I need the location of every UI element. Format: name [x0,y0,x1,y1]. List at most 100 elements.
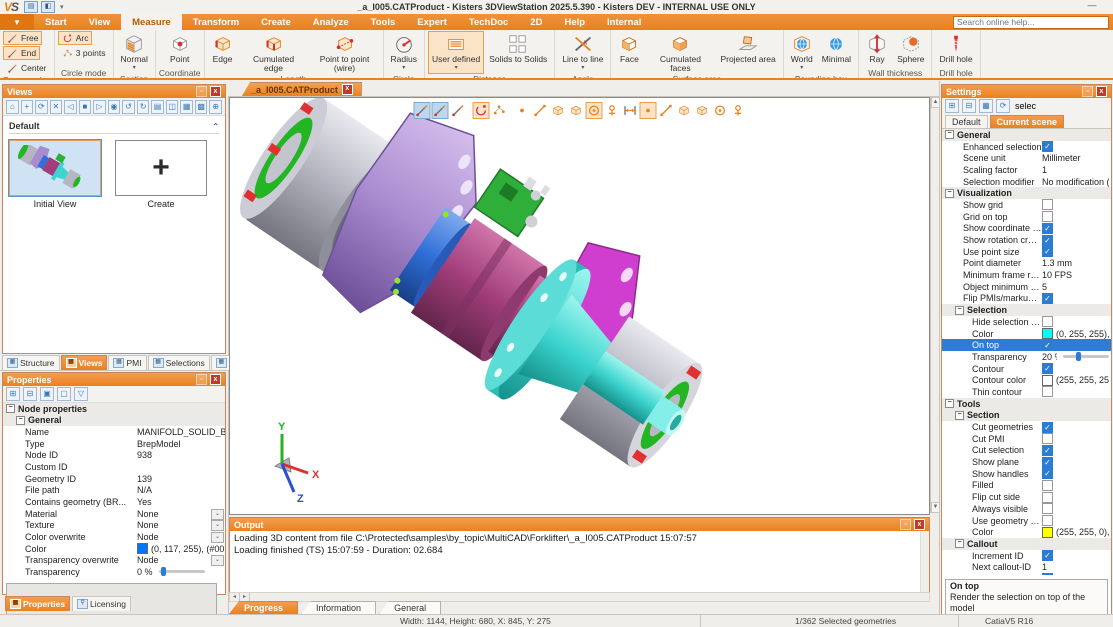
measure-circle2-icon[interactable] [711,102,728,119]
pin-icon[interactable]: ▫ [900,519,911,530]
color-swatch[interactable] [137,543,148,554]
measure-cube3-icon[interactable] [675,102,692,119]
dropdown-button[interactable]: ⌄ [211,532,224,543]
stop-animation-icon[interactable]: ■ [79,100,92,114]
measure-circle-icon[interactable] [585,102,602,119]
slider[interactable] [159,570,205,573]
settings-row-multiple-connections-f[interactable]: Multiple connections f... ✓ [942,573,1111,575]
collapse-all-icon[interactable]: ⊟ [23,387,37,401]
bottom-tab-general[interactable]: General [379,601,441,614]
ribbon-tab-measure[interactable]: Measure [121,14,182,30]
checkbox[interactable]: ✓ [1042,422,1053,433]
dropdown-caret-icon[interactable]: ▾ [455,64,458,73]
checkbox[interactable] [1042,316,1053,327]
world-button[interactable]: World▾ [787,31,817,74]
checkbox[interactable] [1042,386,1053,397]
ribbon-tab-analyze[interactable]: Analyze [302,14,360,30]
property-row-color[interactable]: Color (0, 117, 255), (#0075FF) [3,543,225,555]
property-row-geometry-id[interactable]: Geometry ID 139 [3,473,225,485]
settings-row-color[interactable]: Color (255, 255, 0), (#... [942,526,1111,538]
3d-model[interactable]: Y X Z [230,98,930,512]
views-section-header[interactable]: Default ⌃ [9,119,219,134]
settings-row-filled[interactable]: Filled [942,480,1111,492]
measure-anchor-icon[interactable] [603,102,620,119]
measure-anchor2-icon[interactable] [729,102,746,119]
ribbon-tab-view[interactable]: View [78,14,121,30]
arc-button[interactable]: Arc [58,31,93,45]
settings-row-contour[interactable]: Contour ✓ [942,363,1111,375]
ribbon-tab-tools[interactable]: Tools [360,14,407,30]
property-row-custom-id[interactable]: Custom ID [3,461,225,473]
settings-tab-default[interactable]: Default [945,115,988,128]
line-to-line-button[interactable]: Line to line▾ [558,31,607,74]
dropdown-button[interactable]: ⌄ [211,509,224,520]
settings-row-grid-on-top[interactable]: Grid on top [942,211,1111,223]
previous-view-icon[interactable]: ◁ [64,100,77,114]
checkbox[interactable] [1042,515,1053,526]
dropdown-button[interactable]: ⌄ [211,555,224,566]
checkbox[interactable]: ✓ [1042,223,1053,234]
settings-row-color[interactable]: Color (0, 255, 255), (#0... [942,328,1111,340]
settings-row-thin-contour[interactable]: Thin contour [942,386,1111,398]
collapse-icon[interactable]: − [945,130,954,139]
tab-licensing[interactable]: ⚲Licensing [72,596,131,611]
property-row-texture[interactable]: Texture None ⌄ [3,519,225,531]
slider[interactable] [1063,355,1109,358]
play-animation-icon[interactable]: ▷ [93,100,106,114]
expand-all-icon[interactable]: ⊞ [945,99,959,113]
arc-icon[interactable] [472,102,489,119]
measure-cube2-icon[interactable] [567,102,584,119]
dropdown-caret-icon[interactable]: ▾ [800,64,803,73]
minimal-button[interactable]: Minimal [818,31,855,65]
settings-row-point-diameter[interactable]: Point diameter 1.3 mm [942,258,1111,270]
measure-cube4-icon[interactable] [693,102,710,119]
settings-row-show-plane[interactable]: Show plane ✓ [942,456,1111,468]
point-to-point-wire-button[interactable]: Point to point (wire) [310,31,380,74]
settings-row-cut-geometries[interactable]: Cut geometries ✓ [942,421,1111,433]
pin-icon[interactable]: ▫ [196,86,207,97]
dropdown-caret-icon[interactable]: ▾ [581,64,584,73]
record-view-icon[interactable]: ◉ [108,100,121,114]
collapse-icon[interactable]: − [955,539,964,548]
settings-row-cut-pmi[interactable]: Cut PMI [942,433,1111,445]
settings-tab-current-scene[interactable]: Current scene [990,115,1065,128]
collapse-icon[interactable]: − [945,189,954,198]
collapse-chevron-icon[interactable]: ⌃ [212,122,219,131]
duplicate-view-icon[interactable]: ◫ [166,100,179,114]
end-button[interactable]: End [3,46,40,60]
settings-row-show-rotation-cross[interactable]: Show rotation cross ✓ [942,234,1111,246]
cumulated-edge-button[interactable]: Cumulated edge [239,31,309,74]
ribbon-tab-2d[interactable]: 2D [519,14,553,30]
color-swatch[interactable] [1042,375,1053,386]
measure-point2-icon[interactable] [639,102,656,119]
show-type-icon[interactable]: ▣ [40,387,54,401]
rotate-left-icon[interactable]: ↺ [122,100,135,114]
checkbox[interactable] [1042,211,1053,222]
tab-views[interactable]: ▦Views [61,355,108,370]
checkbox[interactable]: ✓ [1042,457,1053,468]
measure-line2-icon[interactable] [657,102,674,119]
expand-all-icon[interactable]: ⊞ [6,387,20,401]
close-icon[interactable]: x [210,86,221,97]
checkbox[interactable]: ✓ [1042,340,1053,351]
close-icon[interactable]: x [914,519,925,530]
list-views-icon[interactable]: ▤ [151,100,164,114]
ribbon-tab-create[interactable]: Create [250,14,302,30]
settings-row-contour-color[interactable]: Contour color (255, 255, 255), (#... [942,374,1111,386]
window-switch-icon[interactable]: ◧ [41,1,55,13]
snap-center-icon[interactable] [449,102,466,119]
file-menu-dropdown[interactable]: ▼ [0,14,34,30]
tab-selections[interactable]: ▦Selections [148,355,210,370]
property-row-transparency[interactable]: Transparency 0 % [3,566,225,578]
settings-group-section[interactable]: −Section [942,410,1111,422]
collapse-icon[interactable]: − [955,411,964,420]
measure-cube-icon[interactable] [549,102,566,119]
ribbon-tab-help[interactable]: Help [553,14,596,30]
sphere-button[interactable]: Sphere [893,31,928,65]
tab-properties[interactable]: ▦Properties [5,596,70,611]
property-row-contains-geometry-br[interactable]: Contains geometry (BR... Yes [3,496,225,508]
bottom-tab-progress[interactable]: Progress [229,601,298,614]
checkbox[interactable]: ✓ [1042,235,1053,246]
settings-row-show-grid[interactable]: Show grid [942,199,1111,211]
settings-group-selection[interactable]: −Selection [942,304,1111,316]
